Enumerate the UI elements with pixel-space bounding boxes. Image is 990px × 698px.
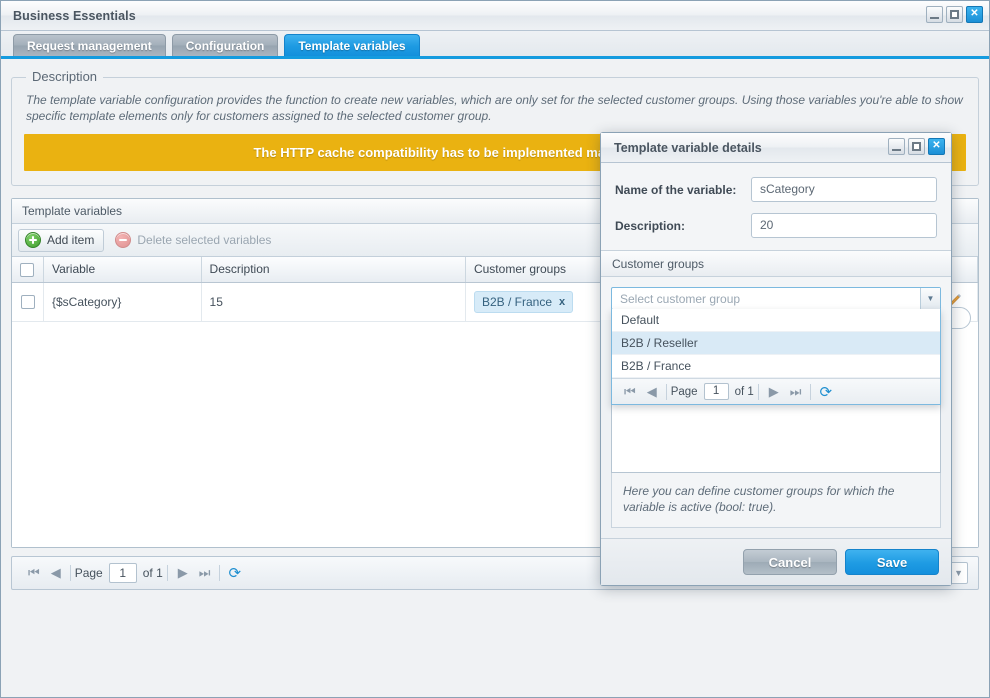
tab-template-variables[interactable]: Template variables	[284, 34, 420, 56]
dialog-titlebar: Template variable details ✕	[601, 133, 951, 163]
row-select-cell[interactable]	[12, 282, 44, 322]
customer-group-chip[interactable]: B2B / France x	[473, 290, 574, 313]
customer-group-placeholder: Select customer group	[620, 291, 741, 306]
cell-description: 15	[201, 282, 466, 322]
dialog-window-controls: ✕	[888, 138, 945, 155]
dialog-maximize-icon[interactable]	[908, 138, 925, 155]
tab-request-management[interactable]: Request management	[13, 34, 166, 56]
template-variable-details-dialog: Template variable details ✕ Name of the …	[600, 132, 952, 586]
minimize-icon[interactable]	[926, 6, 943, 23]
pager-divider-1	[69, 565, 71, 581]
dropdown-pager-divider-3	[810, 383, 812, 400]
cancel-button[interactable]: Cancel	[743, 549, 837, 575]
description-legend: Description	[26, 69, 104, 84]
description-label: Description:	[615, 218, 686, 233]
maximize-icon[interactable]	[946, 6, 963, 23]
plus-circle-icon	[25, 232, 41, 248]
first-page-icon[interactable]: ⏮	[22, 565, 45, 581]
delete-selected-button[interactable]: Delete selected variables	[108, 229, 281, 252]
delete-selected-label: Delete selected variables	[137, 233, 272, 247]
column-header-variable[interactable]: Variable	[43, 257, 202, 283]
dropdown-pager-divider-1	[665, 383, 667, 400]
minus-circle-icon	[115, 232, 132, 248]
dropdown-option-b2b-reseller[interactable]: B2B / Reseller	[612, 332, 940, 355]
tab-strip: Request management Configuration Templat…	[1, 31, 989, 59]
last-page-icon[interactable]: ⏭	[193, 565, 216, 581]
chevron-down-icon: ▼	[954, 568, 963, 578]
dropdown-prev-page-icon[interactable]: ◀	[641, 384, 662, 400]
description-input[interactable]: 20	[751, 213, 937, 238]
dropdown-page-total: of 1	[734, 385, 754, 398]
window-titlebar: Business Essentials ✕	[1, 1, 989, 31]
dropdown-pager: ⏮ ◀ Page 1 of 1 ▶ ⏭ ⟳	[612, 378, 940, 404]
close-icon[interactable]: ✕	[966, 6, 983, 23]
select-all-checkbox[interactable]	[20, 262, 34, 277]
add-item-label: Add item	[47, 233, 95, 247]
field-row-description: Description: 20	[615, 213, 937, 238]
dropdown-next-page-icon[interactable]: ▶	[763, 384, 784, 400]
dialog-form: Name of the variable: sCategory Descript…	[601, 163, 951, 251]
window-title: Business Essentials	[13, 8, 136, 23]
row-checkbox[interactable]	[20, 295, 35, 310]
chip-remove-icon[interactable]: x	[559, 296, 565, 308]
dropdown-page-input[interactable]: 1	[703, 383, 729, 400]
dialog-title: Template variable details	[614, 140, 762, 155]
combo-chevron-down-icon[interactable]: ▼	[920, 288, 940, 309]
page-total-label: of 1	[142, 566, 163, 580]
customer-group-combo[interactable]: Select customer group ▼	[611, 287, 941, 310]
application-window: Business Essentials ✕ Request management…	[0, 0, 990, 698]
next-page-icon[interactable]: ▶	[172, 565, 193, 581]
pager-divider-3	[219, 565, 221, 581]
add-item-button[interactable]: Add item	[18, 228, 105, 252]
dropdown-option-b2b-france[interactable]: B2B / France	[612, 355, 940, 378]
dropdown-refresh-icon[interactable]: ⟳	[815, 383, 836, 401]
dropdown-option-default[interactable]: Default	[612, 309, 940, 332]
dialog-close-icon[interactable]: ✕	[928, 138, 945, 155]
description-text: The template variable configuration prov…	[26, 93, 963, 123]
page-label: Page	[74, 566, 103, 580]
refresh-icon[interactable]: ⟳	[224, 564, 245, 582]
window-controls: ✕	[926, 6, 983, 23]
dropdown-pager-divider-2	[757, 383, 759, 400]
variable-name-input[interactable]: sCategory	[751, 177, 937, 202]
customer-group-dropdown: Default B2B / Reseller B2B / France ⏮ ◀ …	[611, 309, 941, 405]
customer-group-combo-area: Select customer group ▼ Default B2B / Re…	[601, 277, 951, 405]
customer-groups-section-title: Customer groups	[601, 251, 951, 277]
dialog-body: Name of the variable: sCategory Descript…	[601, 163, 951, 538]
cell-variable: {$sCategory}	[43, 282, 202, 322]
variable-name-label: Name of the variable:	[615, 182, 737, 197]
save-button[interactable]: Save	[845, 549, 939, 575]
column-header-description[interactable]: Description	[201, 257, 466, 283]
customer-groups-help-text: Here you can define customer groups for …	[611, 473, 941, 528]
dropdown-first-page-icon[interactable]: ⏮	[618, 384, 641, 400]
page-number-input[interactable]: 1	[108, 563, 137, 583]
chip-label: B2B / France	[481, 294, 552, 309]
pager-divider-2	[166, 565, 168, 581]
select-all-header[interactable]	[12, 257, 44, 283]
field-row-variable-name: Name of the variable: sCategory	[615, 177, 937, 202]
prev-page-icon[interactable]: ◀	[45, 565, 66, 581]
dialog-minimize-icon[interactable]	[888, 138, 905, 155]
dropdown-page-label: Page	[670, 385, 698, 398]
dialog-footer: Cancel Save	[601, 538, 951, 585]
dropdown-last-page-icon[interactable]: ⏭	[784, 384, 807, 400]
tab-configuration[interactable]: Configuration	[171, 34, 279, 56]
